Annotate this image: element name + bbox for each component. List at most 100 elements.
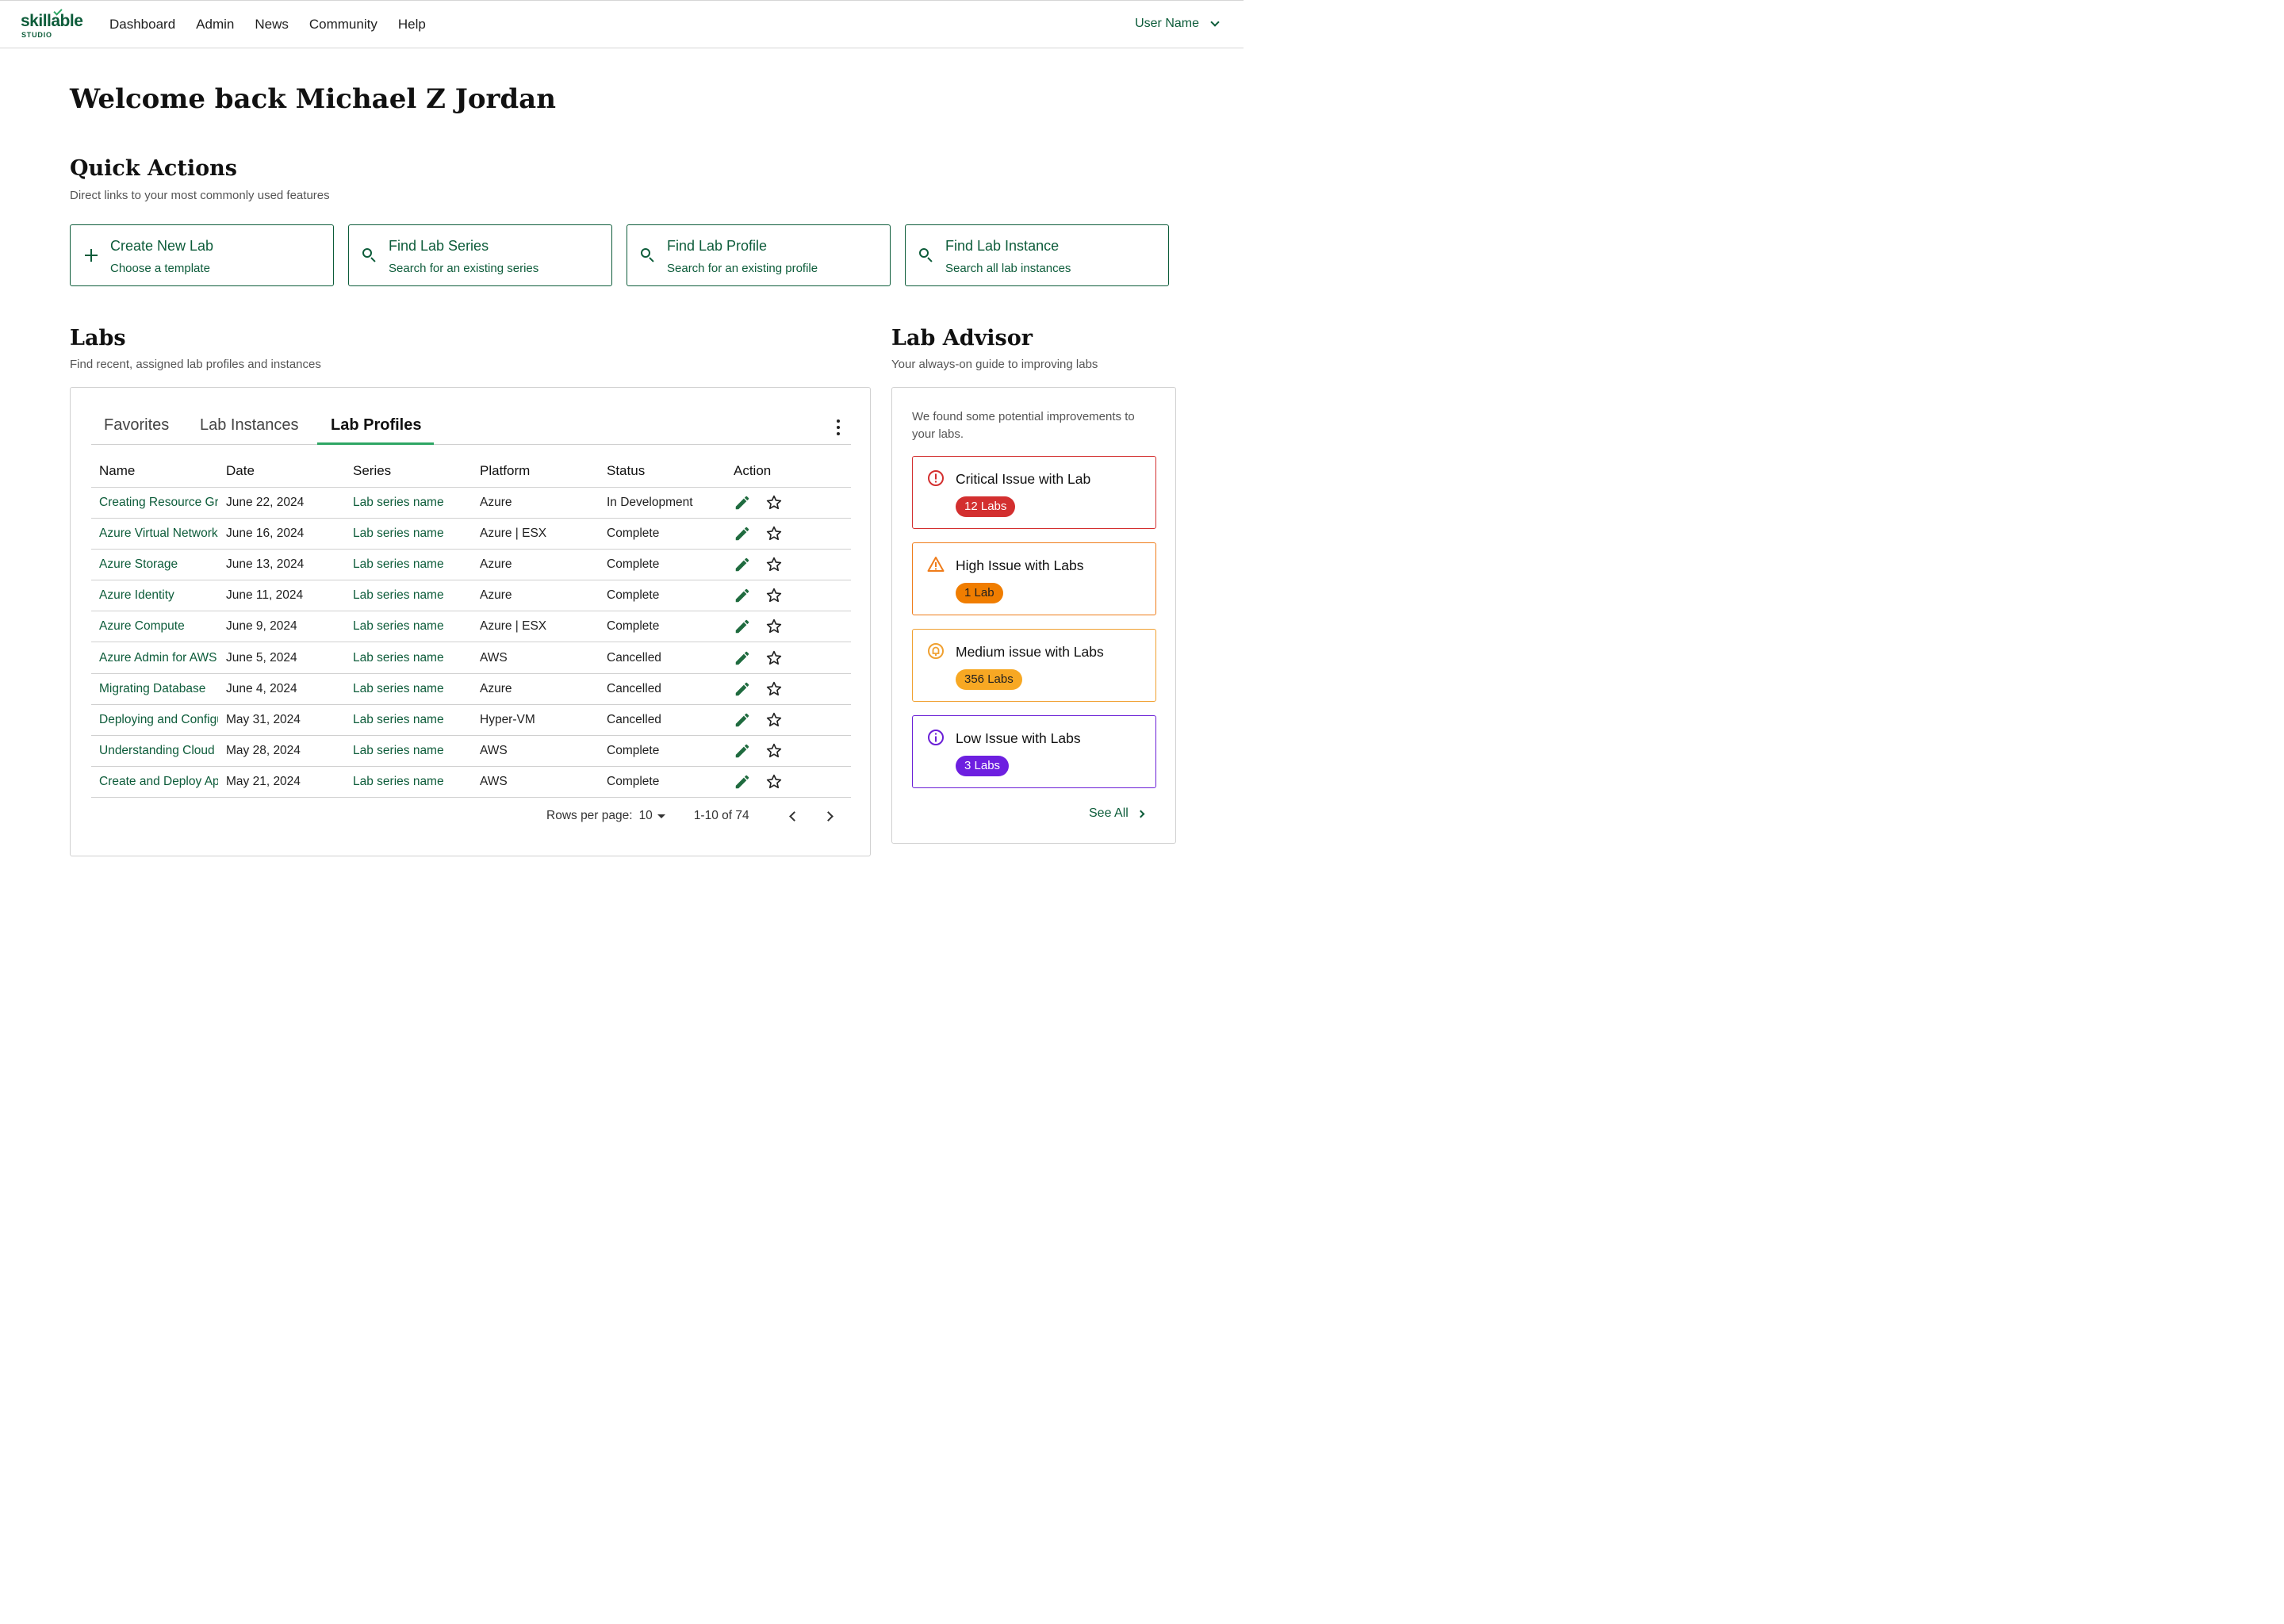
cell-series[interactable]: Lab series name	[345, 518, 472, 550]
lab-name-link[interactable]: Creating Resource Groups	[99, 496, 218, 510]
cell-name[interactable]: Migrating Database	[91, 673, 218, 705]
col-series[interactable]: Series	[345, 456, 472, 488]
cell-name[interactable]: Understanding Cloud	[91, 735, 218, 768]
table-row[interactable]: Azure Virtual Networks June 16, 2024 Lab s…	[91, 518, 851, 550]
favorite-star-icon[interactable]	[765, 773, 783, 791]
cell-name[interactable]: Deploying and Configuring	[91, 704, 218, 737]
cell-name[interactable]: Azure Identity	[91, 580, 218, 612]
cell-name[interactable]: Azure Admin for AWS	[91, 642, 218, 674]
favorite-star-icon[interactable]	[765, 742, 783, 760]
cell-name[interactable]: Azure Compute	[91, 611, 218, 643]
col-date[interactable]: Date	[218, 456, 345, 488]
cell-name[interactable]: Azure Virtual Networks	[91, 518, 218, 550]
lab-name-link[interactable]: Create and Deploy Apps	[99, 775, 218, 789]
lab-name-link[interactable]: Azure Identity	[99, 588, 218, 603]
edit-pencil-icon[interactable]	[734, 742, 751, 760]
find-lab-series-card[interactable]: Find Lab Series Search for an existing s…	[348, 224, 612, 286]
tab-lab-instances[interactable]: Lab Instances	[200, 416, 299, 435]
cell-series[interactable]: Lab series name	[345, 735, 472, 768]
favorite-star-icon[interactable]	[765, 494, 783, 511]
table-row[interactable]: Migrating Database June 4, 2024 Lab series…	[91, 673, 851, 705]
lab-name-link[interactable]: Azure Admin for AWS	[99, 651, 218, 665]
edit-pencil-icon[interactable]	[734, 618, 751, 635]
critical-issue-card[interactable]: Critical Issue with Lab 12 Labs	[912, 456, 1156, 529]
lab-name-link[interactable]: Migrating Database	[99, 682, 218, 696]
edit-pencil-icon[interactable]	[734, 680, 751, 698]
cell-series[interactable]: Lab series name	[345, 580, 472, 612]
low-issue-card[interactable]: Low Issue with Labs 3 Labs	[912, 715, 1156, 788]
cell-series[interactable]: Lab series name	[345, 611, 472, 643]
col-status[interactable]: Status	[599, 456, 726, 488]
cell-platform: Azure	[472, 487, 599, 519]
cell-name[interactable]: Azure Storage	[91, 549, 218, 581]
medium-issue-card[interactable]: Medium issue with Labs 356 Labs	[912, 629, 1156, 702]
more-options-icon[interactable]	[837, 419, 840, 435]
cell-status: Cancelled	[599, 673, 726, 705]
table-row[interactable]: Azure Compute June 9, 2024 Lab series name…	[91, 611, 851, 643]
high-issue-card[interactable]: High Issue with Labs 1 Lab	[912, 542, 1156, 615]
chevron-right-icon[interactable]	[822, 810, 834, 822]
cell-series[interactable]: Lab series name	[345, 673, 472, 705]
nav-help[interactable]: Help	[398, 17, 426, 33]
cell-series[interactable]: Lab series name	[345, 487, 472, 519]
card-description: Search all lab instances	[945, 262, 1071, 275]
nav-dashboard[interactable]: Dashboard	[109, 17, 175, 33]
lab-name-link[interactable]: Deploying and Configuring	[99, 713, 218, 727]
cell-series[interactable]: Lab series name	[345, 766, 472, 799]
table-row[interactable]: Deploying and ConfiguringMay 31, 2024Lab…	[91, 704, 851, 737]
find-lab-instance-card[interactable]: Find Lab Instance Search all lab instanc…	[905, 224, 1169, 286]
cell-series[interactable]: Lab series name	[345, 704, 472, 737]
cell-action	[726, 735, 851, 768]
cell-name[interactable]: Create and Deploy Apps	[91, 766, 218, 799]
cell-action	[726, 549, 851, 581]
edit-pencil-icon[interactable]	[734, 525, 751, 542]
edit-pencil-icon[interactable]	[734, 587, 751, 604]
cell-series[interactable]: Lab series name	[345, 642, 472, 674]
favorite-star-icon[interactable]	[765, 556, 783, 573]
favorite-star-icon[interactable]	[765, 587, 783, 604]
chevron-left-icon[interactable]	[788, 810, 799, 822]
edit-pencil-icon[interactable]	[734, 773, 751, 791]
favorite-star-icon[interactable]	[765, 680, 783, 698]
favorite-star-icon[interactable]	[765, 649, 783, 667]
edit-pencil-icon[interactable]	[734, 649, 751, 667]
table-row[interactable]: Azure Admin for AWS June 5, 2024 Lab serie…	[91, 642, 851, 674]
table-row[interactable]: Azure Storage June 13, 2024 Lab series nam…	[91, 549, 851, 581]
find-lab-profile-card[interactable]: Find Lab Profile Search for an existing …	[627, 224, 891, 286]
table-row[interactable]: Understanding Cloud May 28, 2024 Lab serie…	[91, 735, 851, 768]
nav-community[interactable]: Community	[309, 17, 377, 33]
nav-news[interactable]: News	[255, 17, 289, 33]
tab-favorites[interactable]: Favorites	[104, 416, 169, 435]
cell-action	[726, 611, 851, 643]
see-all-link[interactable]: See All	[1089, 806, 1145, 821]
favorite-star-icon[interactable]	[765, 525, 783, 542]
lab-name-link[interactable]: Understanding Cloud	[99, 744, 218, 758]
create-new-lab-card[interactable]: Create New Lab Choose a template	[70, 224, 334, 286]
table-row[interactable]: Azure Identity June 11, 2024 Lab series na…	[91, 580, 851, 612]
edit-pencil-icon[interactable]	[734, 556, 751, 573]
tab-lab-profiles[interactable]: Lab Profiles	[331, 416, 421, 435]
rows-per-page-select[interactable]: 10	[639, 809, 665, 823]
favorite-star-icon[interactable]	[765, 618, 783, 635]
table-row[interactable]: Creating Resource GroupsJune 22, 2024Lab…	[91, 487, 851, 519]
cell-action	[726, 704, 851, 737]
lab-name-link[interactable]: Azure Compute	[99, 619, 218, 634]
lab-name-link[interactable]: Azure Virtual Networks	[99, 527, 218, 541]
cell-series[interactable]: Lab series name	[345, 549, 472, 581]
cell-status: Complete	[599, 611, 726, 643]
table-row[interactable]: Create and Deploy AppsMay 21, 2024Lab se…	[91, 766, 851, 799]
cell-name[interactable]: Creating Resource Groups	[91, 487, 218, 519]
skillable-studio-logo[interactable]: skillable STUDIO	[21, 6, 84, 40]
plus-icon	[83, 247, 99, 263]
cell-platform: Azure	[472, 673, 599, 705]
col-platform[interactable]: Platform	[472, 456, 599, 488]
favorite-star-icon[interactable]	[765, 711, 783, 729]
col-action: Action	[726, 456, 851, 488]
edit-pencil-icon[interactable]	[734, 494, 751, 511]
user-menu[interactable]: User Name	[1135, 17, 1220, 31]
col-name[interactable]: Name	[91, 456, 218, 488]
nav-admin[interactable]: Admin	[196, 17, 234, 33]
table-header-row: Name Date Series Platform Status Action	[91, 456, 851, 488]
lab-name-link[interactable]: Azure Storage	[99, 557, 218, 572]
edit-pencil-icon[interactable]	[734, 711, 751, 729]
